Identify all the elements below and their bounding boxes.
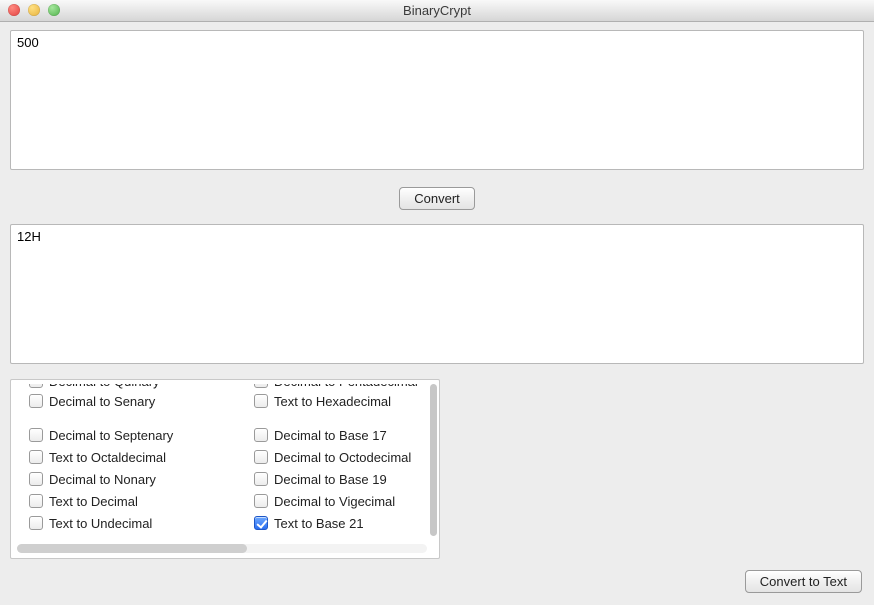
- checkbox-icon[interactable]: [29, 472, 43, 486]
- checkbox-icon[interactable]: [29, 384, 43, 388]
- checkbox-icon[interactable]: [29, 450, 43, 464]
- option-label: Decimal to Quinary: [49, 384, 160, 389]
- option-row[interactable]: Decimal to Nonary: [29, 468, 254, 490]
- option-label: Text to Undecimal: [49, 516, 152, 531]
- option-row[interactable]: Decimal to Base 19: [254, 468, 440, 490]
- option-label: Decimal to Nonary: [49, 472, 156, 487]
- checkbox-icon[interactable]: [254, 428, 268, 442]
- checkbox-icon[interactable]: [254, 450, 268, 464]
- option-label: Decimal to Octodecimal: [274, 450, 411, 465]
- close-icon[interactable]: [8, 4, 20, 16]
- option-label: Decimal to Senary: [49, 394, 155, 409]
- option-row[interactable]: Decimal to Septenary: [29, 424, 254, 446]
- option-label: Decimal to Base 17: [274, 428, 387, 443]
- option-label: Text to Decimal: [49, 494, 138, 509]
- scrollbar-thumb[interactable]: [17, 544, 247, 553]
- checkbox-icon[interactable]: [254, 472, 268, 486]
- option-row[interactable]: Decimal to Pentadecimal: [254, 384, 440, 390]
- checkbox-icon[interactable]: [254, 494, 268, 508]
- window-controls: [8, 4, 60, 16]
- zoom-icon[interactable]: [48, 4, 60, 16]
- option-row[interactable]: Decimal to Vigecimal: [254, 490, 440, 512]
- option-label: Text to Base 21: [274, 516, 364, 531]
- convert-button[interactable]: Convert: [399, 187, 475, 210]
- option-label: Text to Hexadecimal: [274, 394, 391, 409]
- checkbox-icon[interactable]: [29, 428, 43, 442]
- option-row[interactable]: Decimal to Octodecimal: [254, 446, 440, 468]
- options-panel: Decimal to Quinary Decimal to Senary Dec…: [10, 379, 440, 559]
- window-title: BinaryCrypt: [403, 3, 471, 18]
- option-row[interactable]: Text to Decimal: [29, 490, 254, 512]
- checkbox-icon[interactable]: [29, 516, 43, 530]
- options-vertical-scrollbar[interactable]: [429, 384, 437, 536]
- checkbox-icon[interactable]: [254, 394, 268, 408]
- option-row[interactable]: Decimal to Senary: [29, 390, 254, 412]
- checkbox-icon[interactable]: [254, 516, 268, 530]
- option-label: Text to Octaldecimal: [49, 450, 166, 465]
- input-textarea[interactable]: [10, 30, 864, 170]
- checkbox-icon[interactable]: [29, 394, 43, 408]
- scrollbar-thumb[interactable]: [430, 384, 437, 536]
- output-textarea[interactable]: [10, 224, 864, 364]
- convert-to-text-button[interactable]: Convert to Text: [745, 570, 862, 593]
- minimize-icon[interactable]: [28, 4, 40, 16]
- option-label: Decimal to Vigecimal: [274, 494, 395, 509]
- options-col-1: Decimal to Quinary Decimal to Senary Dec…: [29, 384, 254, 536]
- option-row[interactable]: Decimal to Base 17: [254, 424, 440, 446]
- option-row[interactable]: Text to Octaldecimal: [29, 446, 254, 468]
- option-label: Decimal to Pentadecimal: [274, 384, 418, 389]
- option-row[interactable]: Text to Undecimal: [29, 512, 254, 534]
- checkbox-icon[interactable]: [254, 384, 268, 388]
- checkbox-icon[interactable]: [29, 494, 43, 508]
- option-row[interactable]: Text to Hexadecimal: [254, 390, 440, 412]
- title-bar: BinaryCrypt: [0, 0, 874, 22]
- options-col-2: Decimal to Pentadecimal Text to Hexadeci…: [254, 384, 440, 536]
- option-label: Decimal to Base 19: [274, 472, 387, 487]
- option-label: Decimal to Septenary: [49, 428, 173, 443]
- options-horizontal-scrollbar[interactable]: [17, 544, 427, 553]
- option-row[interactable]: Text to Base 21: [254, 512, 440, 534]
- option-row[interactable]: Decimal to Quinary: [29, 384, 254, 390]
